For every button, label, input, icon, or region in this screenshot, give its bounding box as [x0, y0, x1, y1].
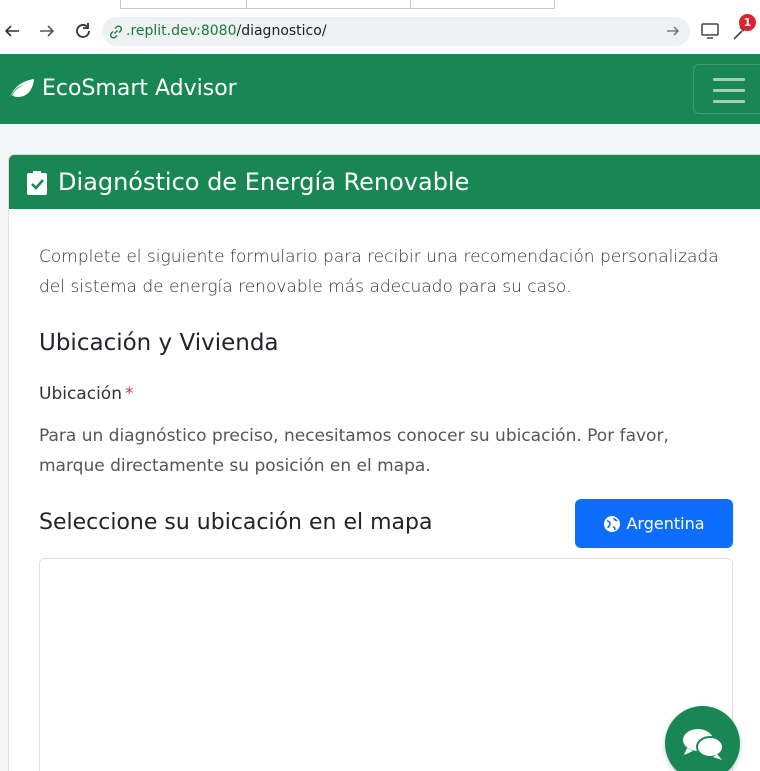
brand-name: EcoSmart Advisor [42, 75, 237, 101]
location-help-text: Para un diagnóstico preciso, necesitamos… [39, 426, 669, 476]
chat-button[interactable] [665, 706, 740, 771]
forward-button[interactable] [35, 19, 59, 43]
browser-tab[interactable] [246, 0, 410, 9]
hamburger-icon [713, 100, 745, 103]
arrow-left-icon [4, 25, 19, 37]
brand-link[interactable]: EcoSmart Advisor [8, 75, 237, 101]
card-title: Diagnóstico de Energía Renovable [58, 168, 470, 196]
country-button-label: Argentina [626, 514, 705, 533]
required-mark: * [124, 384, 134, 404]
browser-tab[interactable] [410, 0, 554, 9]
comments-icon [682, 728, 724, 760]
reload-button[interactable] [71, 19, 95, 43]
extension-badge: 1 [739, 14, 756, 31]
browser-toolbar: .replit.dev:8080/diagnostico/ 1 [0, 9, 760, 54]
navbar: EcoSmart Advisor [0, 54, 760, 124]
location-label: Ubicación * [39, 384, 133, 404]
browser-tab-strip [0, 0, 760, 9]
location-map[interactable] [39, 558, 733, 771]
diagnostic-card: Diagnóstico de Energía Renovable Complet… [8, 154, 760, 771]
card-header: Diagnóstico de Energía Renovable [9, 155, 760, 209]
go-arrow-icon[interactable] [666, 24, 680, 38]
clipboard-check-icon [27, 171, 47, 195]
hamburger-icon [713, 89, 745, 92]
globe-icon [604, 515, 621, 532]
browser-tab[interactable] [120, 0, 246, 9]
url-path: /diagnostico/ [236, 23, 327, 39]
back-button[interactable] [0, 19, 24, 43]
address-bar[interactable]: .replit.dev:8080/diagnostico/ [102, 17, 690, 46]
hamburger-icon [713, 78, 745, 81]
cast-icon[interactable] [700, 22, 720, 40]
url-host: .replit.dev:8080 [126, 23, 237, 39]
country-button[interactable]: Argentina [575, 499, 733, 548]
url-text: .replit.dev:8080/diagnostico/ [126, 23, 327, 39]
intro-text: Complete el siguiente formulario para re… [39, 247, 719, 297]
location-label-text: Ubicación [39, 384, 122, 404]
link-icon [109, 25, 123, 39]
arrow-right-icon [40, 25, 55, 37]
leaf-icon [10, 79, 34, 97]
menu-toggle-button[interactable] [693, 64, 760, 114]
map-title: Seleccione su ubicación en el mapa [39, 510, 433, 535]
browser-tab[interactable] [554, 0, 760, 9]
section-title: Ubicación y Vivienda [39, 330, 279, 356]
reload-icon [76, 23, 90, 38]
